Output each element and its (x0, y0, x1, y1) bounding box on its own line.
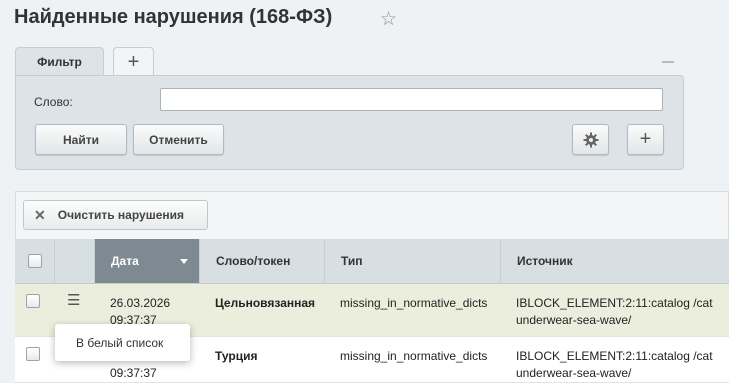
close-icon: ✕ (34, 206, 46, 223)
select-all-checkbox[interactable] (27, 254, 42, 268)
word-input[interactable] (160, 88, 663, 111)
row-context-menu: В белый список (55, 324, 190, 361)
row-menu-icon[interactable]: ☰ (67, 293, 80, 308)
gear-icon (583, 132, 598, 147)
column-header-source[interactable]: Источник (501, 239, 729, 283)
type-cell: missing_in_normative_dicts (340, 349, 488, 363)
column-header-date-label: Дата (111, 254, 139, 268)
whitelist-menu-item[interactable]: В белый список (76, 336, 163, 350)
date-value: 26.03.2026 (110, 296, 171, 310)
find-button[interactable]: Найти (35, 124, 127, 155)
select-all-cell (15, 239, 55, 283)
row-checkbox[interactable] (26, 294, 40, 308)
filter-tab[interactable]: Фильтр (15, 47, 104, 76)
clear-violations-button[interactable]: ✕ Очистить нарушения (23, 200, 208, 230)
sort-desc-icon (180, 259, 188, 264)
add-filter-tab-button[interactable]: + (113, 47, 154, 76)
type-cell: missing_in_normative_dicts (340, 296, 488, 310)
source-line: underwear-sea-wave/ (516, 366, 632, 380)
row-checkbox-cell (26, 294, 40, 308)
time-value: 09:37:37 (110, 366, 157, 380)
add-field-button[interactable]: + (627, 124, 664, 155)
source-line: underwear-sea-wave/ (516, 313, 632, 327)
source-cell: IBLOCK_ELEMENT:2:11:catalog /cat underwe… (516, 295, 713, 329)
word-cell: Турция (215, 349, 258, 363)
source-line: IBLOCK_ELEMENT:2:11:catalog /cat (516, 296, 713, 310)
cancel-button[interactable]: Отменить (133, 124, 224, 155)
clear-violations-label: Очистить нарушения (57, 208, 184, 222)
source-line: IBLOCK_ELEMENT:2:11:catalog /cat (516, 349, 713, 363)
star-icon[interactable]: ☆ (380, 8, 397, 31)
settings-button[interactable] (572, 124, 609, 155)
collapse-filter-icon[interactable] (662, 61, 674, 63)
source-cell: IBLOCK_ELEMENT:2:11:catalog /cat underwe… (516, 348, 713, 382)
page-title: Найденные нарушения (168-ФЗ) (14, 6, 333, 28)
row-checkbox[interactable] (26, 347, 40, 361)
column-header-word[interactable]: Слово/токен (200, 239, 325, 283)
actions-column-header (55, 239, 95, 283)
word-field-label: Слово: (34, 95, 73, 109)
table-header: Дата Слово/токен Тип Источник (15, 239, 729, 284)
row-checkbox-cell (26, 347, 40, 361)
column-header-date[interactable]: Дата (95, 239, 200, 283)
word-cell: Цельновязанная (215, 296, 316, 310)
column-header-type[interactable]: Тип (325, 239, 501, 283)
